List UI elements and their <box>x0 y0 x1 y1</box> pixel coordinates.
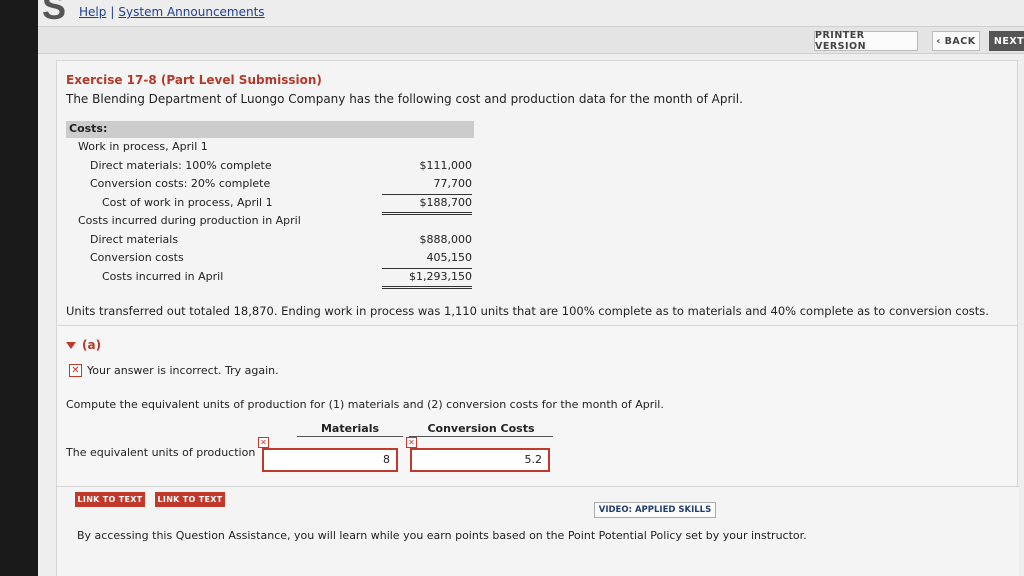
incorrect-feedback: ✕ Your answer is incorrect. Try again. <box>69 364 279 377</box>
back-button[interactable]: ‹ BACK <box>932 31 980 51</box>
exercise-title: Exercise 17-8 (Part Level Submission) <box>66 73 322 87</box>
system-announcements-link[interactable]: System Announcements <box>118 5 264 19</box>
materials-input[interactable]: 8 <box>262 448 398 472</box>
error-x-icon: ✕ <box>69 364 82 377</box>
help-link[interactable]: Help <box>79 5 106 19</box>
costs-header: Costs: <box>66 121 474 138</box>
exercise-panel: Exercise 17-8 (Part Level Submission) Th… <box>56 60 1019 576</box>
assistance-text: By accessing this Question Assistance, y… <box>77 529 807 542</box>
cost-row: Direct materials: 100% complete $111,000 <box>90 158 472 172</box>
units-text: Units transferred out totaled 18,870. En… <box>66 304 989 318</box>
materials-column-header: Materials <box>297 422 403 437</box>
video-applied-skills-button[interactable]: VIDEO: APPLIED SKILLS <box>594 502 716 518</box>
cost-row: Work in process, April 1 <box>78 140 208 153</box>
part-a-section: (a) ✕ Your answer is incorrect. Try agai… <box>57 325 1017 485</box>
instruction-text: Compute the equivalent units of producti… <box>66 398 664 411</box>
top-links: Help | System Announcements <box>79 5 265 19</box>
link-to-text-button[interactable]: LINK TO TEXT <box>75 492 145 507</box>
conversion-costs-input[interactable]: 5.2 <box>410 448 550 472</box>
page: S Help | System Announcements PRINTER VERS… <box>38 0 1024 576</box>
cost-row: Direct materials $888,000 <box>90 232 472 246</box>
costs-table: Costs: Work in process, April 1 Direct m… <box>66 121 474 289</box>
cost-row: Costs incurred in April $1,293,150 <box>66 268 474 289</box>
chevron-down-icon <box>66 342 76 349</box>
exercise-description: The Blending Department of Luongo Compan… <box>66 92 743 106</box>
error-x-icon: ✕ <box>258 437 269 448</box>
nav-bar: PRINTER VERSION ‹ BACK NEXT <box>38 26 1024 54</box>
question-assistance: LINK TO TEXT LINK TO TEXT VIDEO: APPLIED… <box>57 486 1019 576</box>
printer-version-button[interactable]: PRINTER VERSION <box>814 30 918 52</box>
logo: S <box>42 0 67 27</box>
link-to-text-button[interactable]: LINK TO TEXT <box>155 492 225 507</box>
equivalent-units-label: The equivalent units of production <box>66 446 256 459</box>
cost-row: Conversion costs 405,150 <box>66 249 474 269</box>
conversion-column-header: Conversion Costs <box>409 422 553 437</box>
error-x-icon: ✕ <box>406 437 417 448</box>
next-button[interactable]: NEXT <box>989 31 1024 51</box>
top-bar: S Help | System Announcements <box>38 0 1024 27</box>
cost-row: Costs incurred during production in Apri… <box>78 214 301 227</box>
part-a-toggle[interactable]: (a) <box>66 338 101 352</box>
cost-row: Cost of work in process, April 1 $188,70… <box>66 194 474 215</box>
cost-row: Conversion costs: 20% complete 77,700 <box>66 175 474 195</box>
